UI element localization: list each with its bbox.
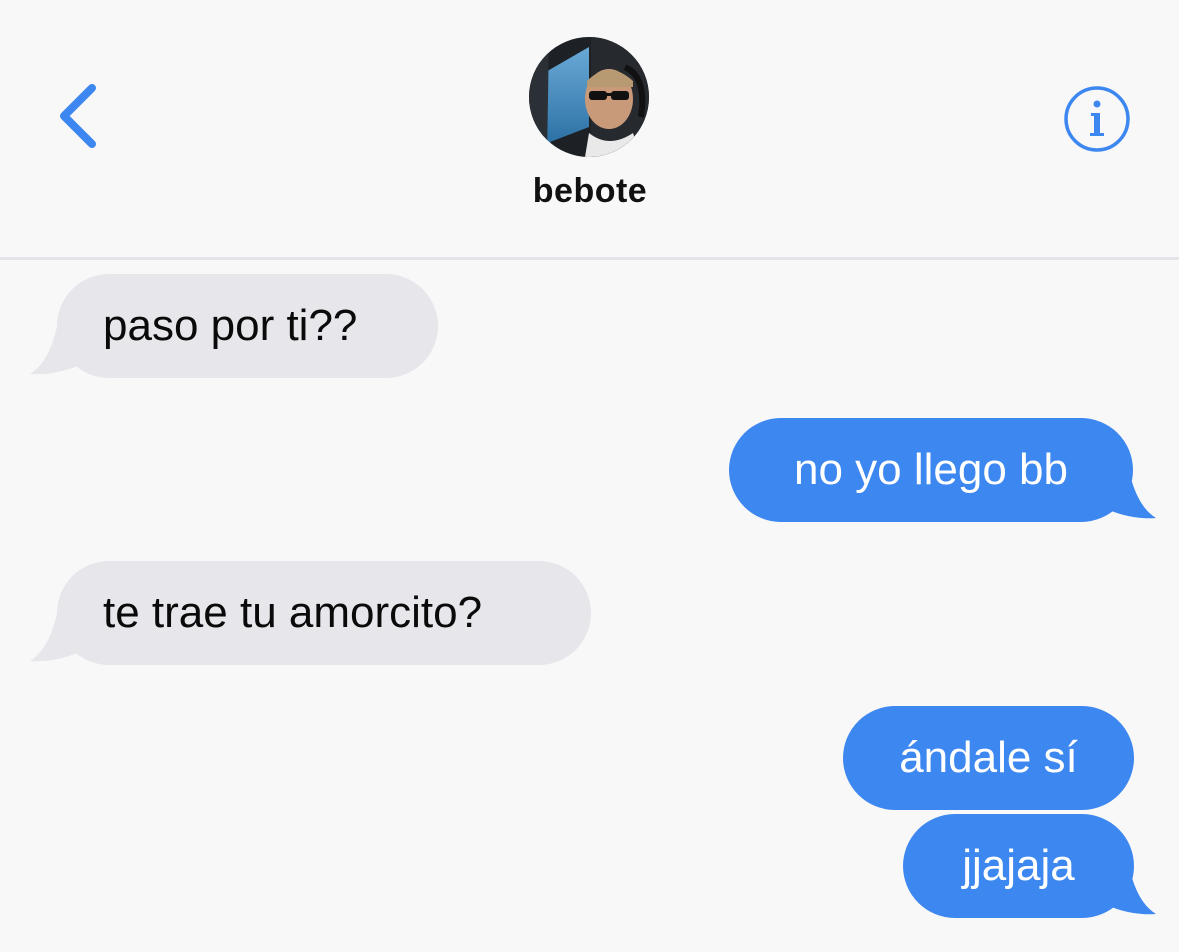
header-divider <box>0 257 1179 260</box>
message-bubble-incoming[interactable]: paso por ti?? <box>57 274 438 378</box>
contact-avatar[interactable] <box>529 37 649 157</box>
chevron-left-icon <box>60 84 96 148</box>
info-button[interactable] <box>1062 84 1132 154</box>
message-bubble-incoming[interactable]: te trae tu amorcito? <box>57 561 591 665</box>
message-bubble-outgoing[interactable]: ándale sí <box>843 706 1134 810</box>
contact-name[interactable]: bebote <box>440 172 740 211</box>
back-button[interactable] <box>48 80 112 152</box>
message-bubble-outgoing[interactable]: no yo llego bb <box>729 418 1133 522</box>
contact-photo <box>529 37 649 157</box>
conversation-header: bebote <box>0 0 1179 258</box>
message-bubble-outgoing[interactable]: jjajaja <box>903 814 1134 918</box>
info-circle-icon <box>1064 86 1130 152</box>
